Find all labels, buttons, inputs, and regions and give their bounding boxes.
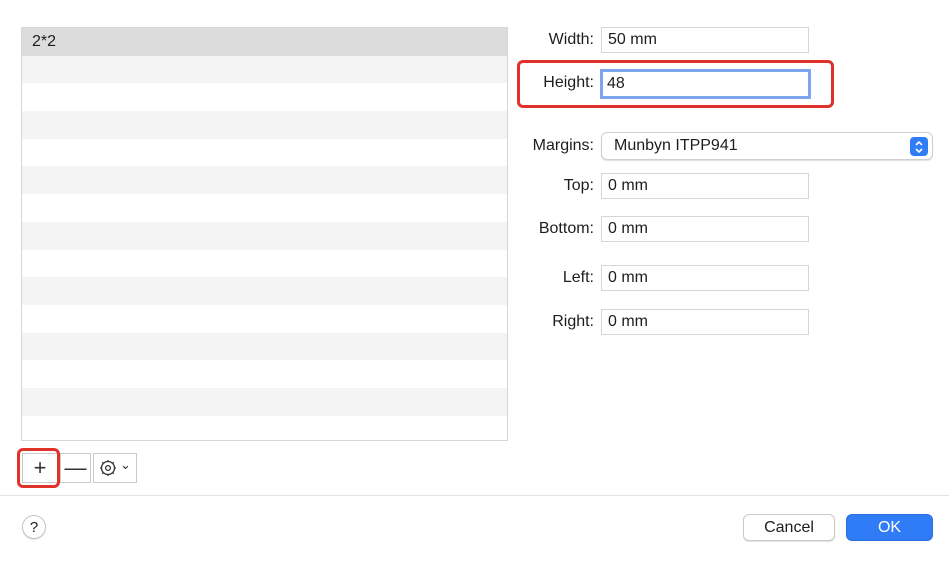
bottom-margin-field[interactable]: 0 mm [601, 216, 809, 242]
select-stepper-icon [910, 137, 928, 156]
right-value: 0 mm [608, 313, 648, 330]
footer-divider [0, 495, 949, 496]
cancel-button[interactable]: Cancel [743, 514, 835, 541]
top-margin-field[interactable]: 0 mm [601, 173, 809, 199]
help-button[interactable]: ? [22, 515, 46, 539]
list-item [22, 221, 507, 250]
list-item [22, 250, 507, 278]
cancel-label: Cancel [764, 518, 814, 536]
left-margin-field[interactable]: 0 mm [601, 265, 809, 291]
width-field[interactable]: 50 mm [601, 27, 809, 53]
list-item [22, 305, 507, 333]
left-value: 0 mm [608, 269, 648, 286]
list-item [22, 360, 507, 388]
list-item [22, 194, 507, 222]
gear-icon [100, 460, 117, 476]
right-label: Right: [552, 313, 594, 330]
list-item [22, 416, 507, 440]
list-item [22, 83, 507, 111]
width-label: Width: [548, 31, 594, 48]
list-item-label: 2*2 [32, 32, 57, 50]
remove-paper-size-button[interactable]: — [60, 453, 91, 483]
ok-button[interactable]: OK [846, 514, 933, 541]
list-item [22, 166, 507, 195]
height-field-highlight [517, 60, 834, 108]
left-label: Left: [562, 269, 594, 286]
chevron-down-icon: ⌄ [120, 457, 131, 472]
bottom-value: 0 mm [608, 220, 648, 237]
list-item [22, 139, 507, 167]
bottom-label: Bottom: [538, 220, 594, 237]
list-item [22, 332, 507, 361]
action-menu-button[interactable]: ⌄ [93, 453, 137, 483]
list-item[interactable]: 2*2 [22, 28, 507, 56]
top-value: 0 mm [608, 177, 648, 194]
paper-size-list[interactable]: 2*2 [21, 27, 508, 441]
margins-select[interactable]: Munbyn ITPP941 [601, 132, 933, 160]
help-icon: ? [29, 518, 39, 536]
top-label: Top: [563, 177, 594, 194]
right-margin-field[interactable]: 0 mm [601, 309, 809, 335]
minus-icon: — [64, 455, 87, 480]
list-item [22, 55, 507, 84]
list-item [22, 387, 507, 416]
ok-label: OK [877, 518, 902, 536]
width-value: 50 mm [608, 31, 657, 48]
list-item [22, 277, 507, 305]
list-item [22, 111, 507, 139]
add-button-highlight [17, 448, 60, 488]
margins-label: Margins: [532, 137, 594, 154]
margins-value: Munbyn ITPP941 [614, 137, 738, 154]
